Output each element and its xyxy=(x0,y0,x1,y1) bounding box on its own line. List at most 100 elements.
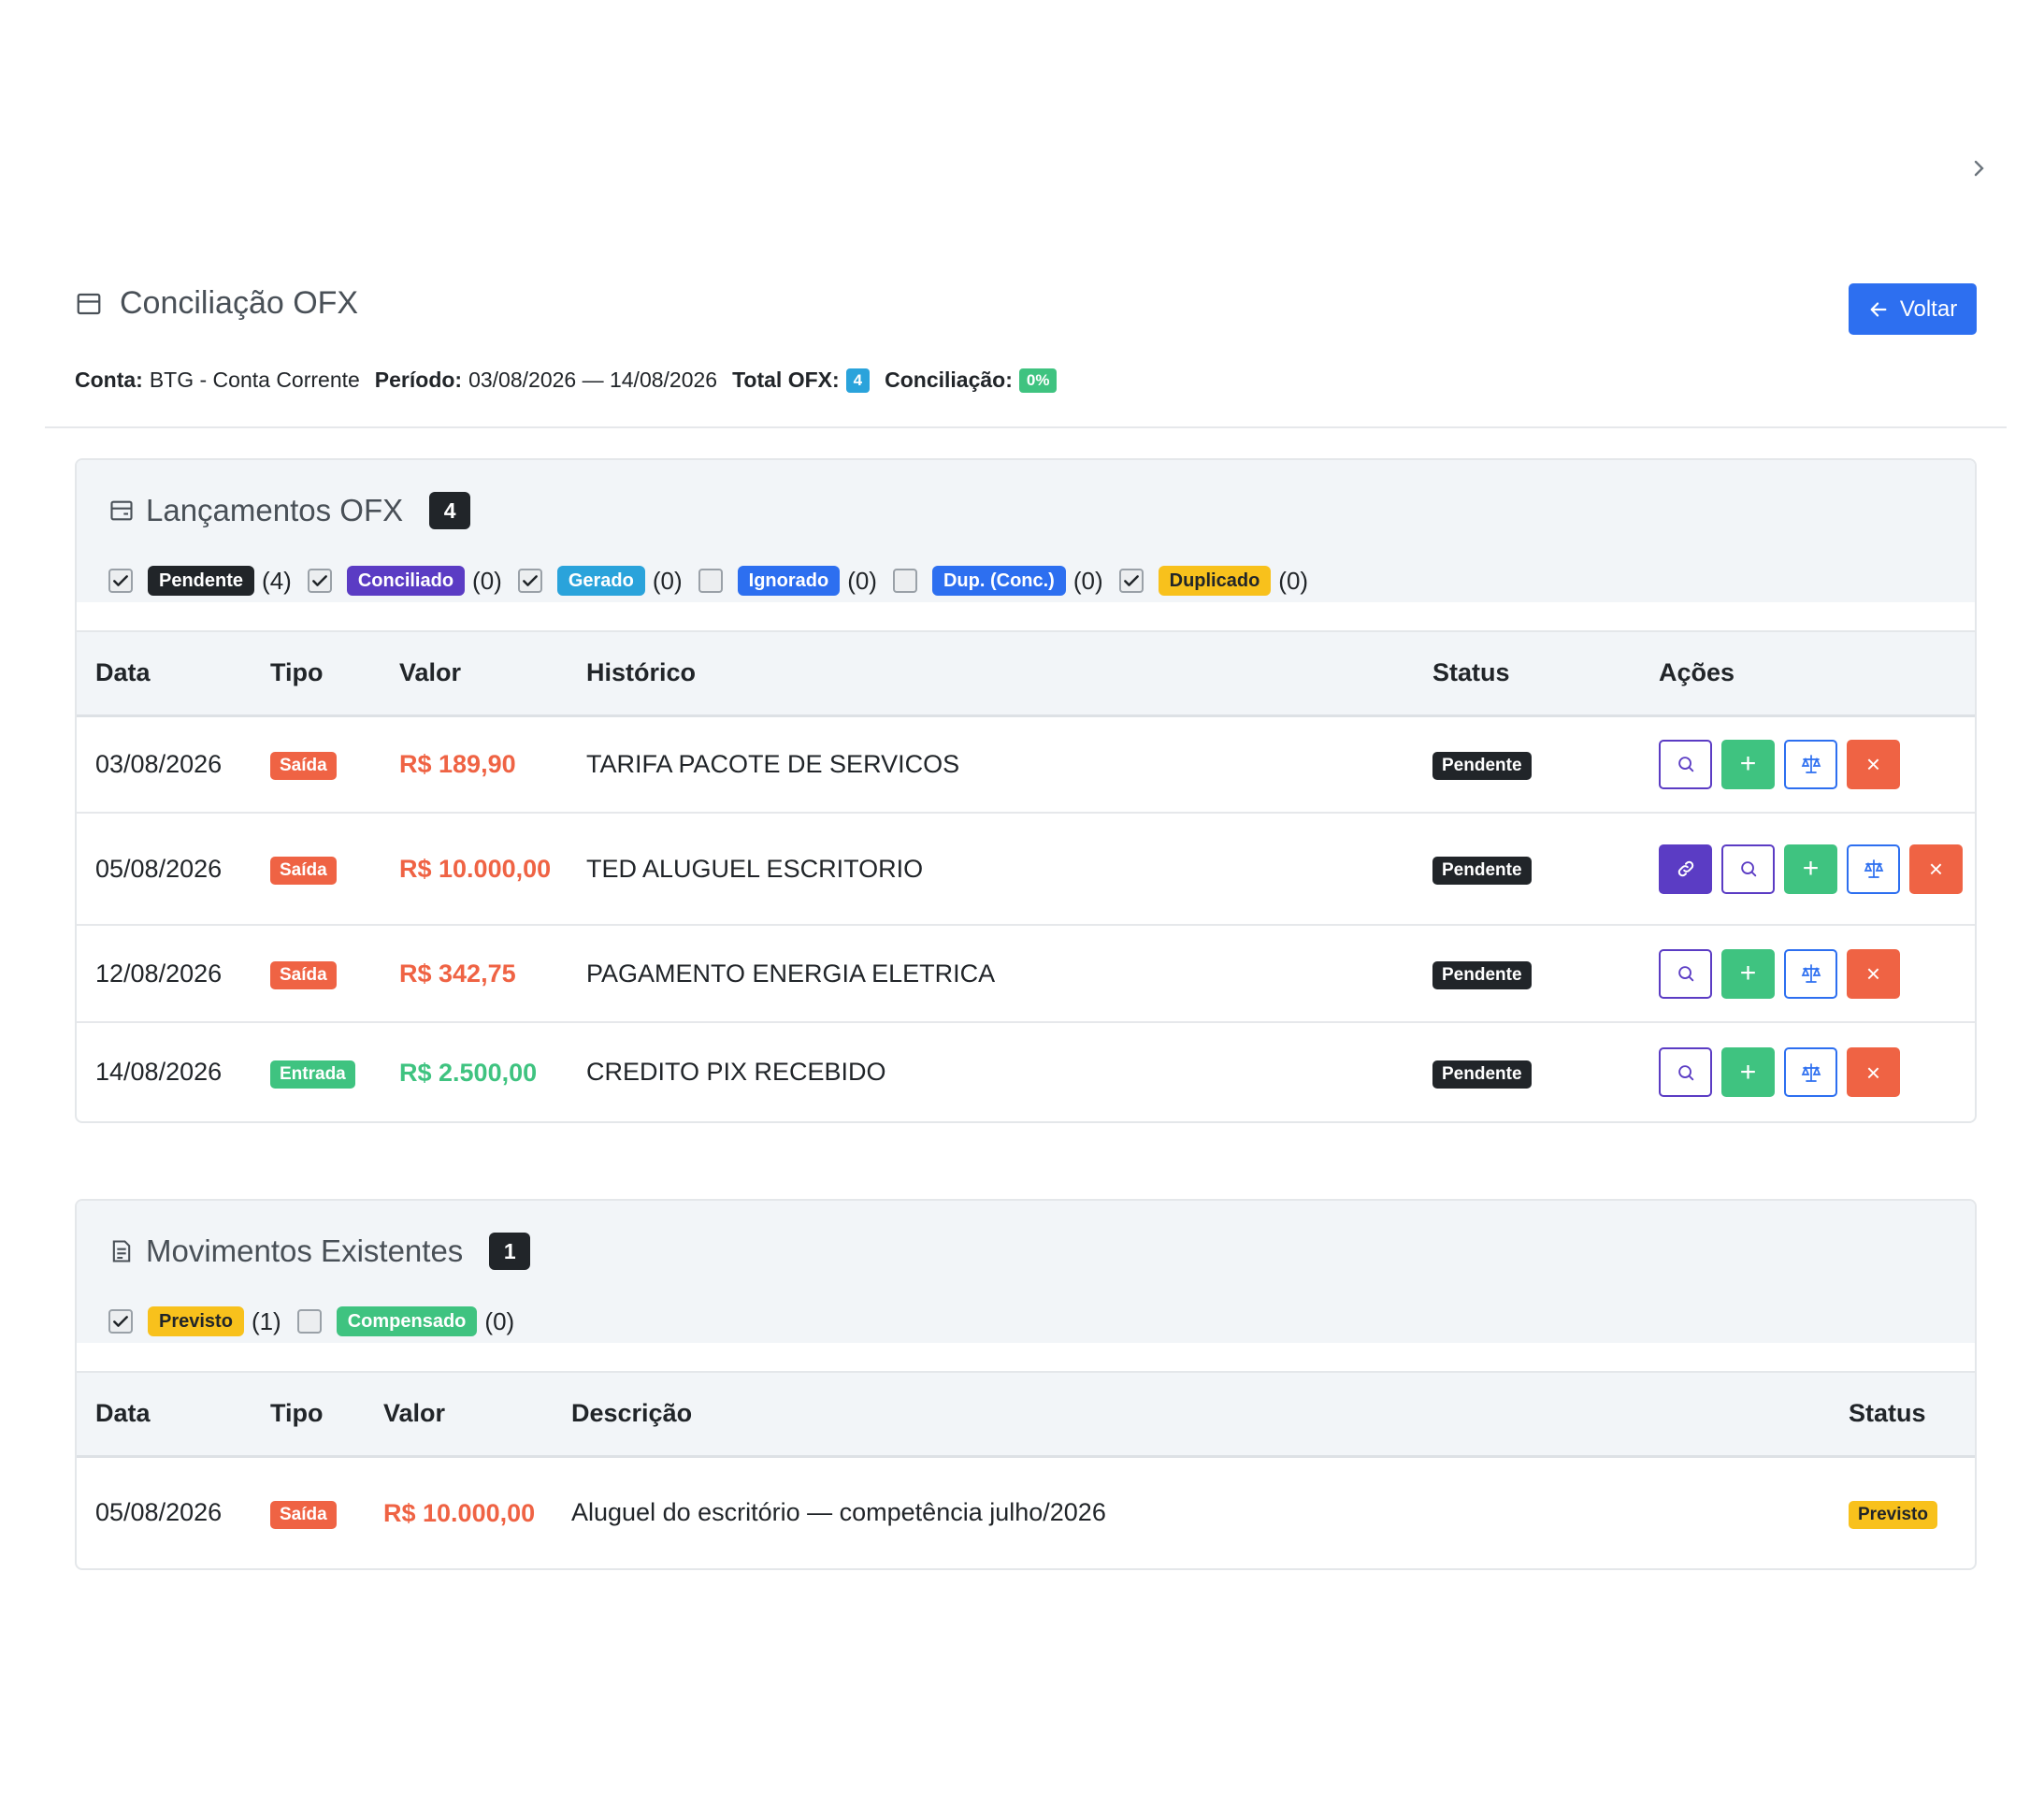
conciliacao-badge: 0% xyxy=(1018,368,1058,393)
checkbox[interactable] xyxy=(307,569,332,593)
ofx-table: Data Tipo Valor Histórico Status Ações 03/08/… xyxy=(77,630,1975,1121)
add-button[interactable]: + xyxy=(1721,739,1775,789)
historico-cell: CREDITO PIX RECEBIDO xyxy=(568,1021,1414,1121)
valor-cell: R$ 189,90 xyxy=(381,715,568,813)
actions-cell: + × xyxy=(1640,924,1975,1022)
row-actions: + × xyxy=(1659,844,1975,894)
tipo-cell: Entrada xyxy=(252,1021,381,1121)
conta-value: BTG - Conta Corrente xyxy=(149,368,360,392)
table-row: 05/08/2026 Saída R$ 10.000,00 Aluguel do es… xyxy=(77,1456,1975,1568)
historico-cell: TED ALUGUEL ESCRITORIO xyxy=(568,812,1414,925)
balance-scale-button[interactable] xyxy=(1847,844,1900,894)
column-header: Tipo xyxy=(270,1399,324,1428)
periodo-value: 03/08/2026 — 14/08/2026 xyxy=(468,368,718,392)
ofx-filter-0[interactable]: Pendente (4) xyxy=(108,566,292,596)
data-cell: 05/08/2026 xyxy=(95,1498,223,1527)
table-row: 03/08/2026 Saída R$ 189,90 TARIFA PACOTE DE… xyxy=(77,715,1975,813)
search-button[interactable] xyxy=(1721,844,1775,894)
balance-scale-button[interactable] xyxy=(1784,1047,1837,1097)
ofx-filter-1[interactable]: Conciliado (0) xyxy=(307,566,502,596)
checkbox[interactable] xyxy=(108,569,133,593)
status-pill: Dup. (Conc.) xyxy=(931,566,1066,596)
tipo-badge: Saída xyxy=(270,1500,337,1529)
periodo-label: Período: xyxy=(374,368,463,392)
ignore-button[interactable]: × xyxy=(1847,948,1900,999)
mov-filter-0[interactable]: Previsto (1) xyxy=(108,1306,281,1336)
data-cell: 12/08/2026 xyxy=(77,924,252,1022)
add-button[interactable]: + xyxy=(1721,1047,1775,1097)
ofx-filter-2[interactable]: Gerado (0) xyxy=(517,566,683,596)
historico-cell: TARIFA PACOTE DE SERVICOS xyxy=(586,749,960,778)
add-button[interactable]: + xyxy=(1721,948,1775,999)
status-badge: Pendente xyxy=(1432,857,1532,885)
column-header: Data xyxy=(95,658,151,687)
column-header: Histórico xyxy=(586,658,697,687)
actions-cell: + × xyxy=(1640,715,1975,813)
back-button-label: Voltar xyxy=(1899,296,1958,322)
valor-cell: R$ 342,75 xyxy=(381,924,568,1022)
inbox-icon xyxy=(110,500,133,521)
total-badge: 4 xyxy=(845,368,871,393)
tipo-cell: Saída xyxy=(252,924,381,1022)
column-header: Descrição xyxy=(571,1399,693,1428)
mov-filter-1[interactable]: Compensado (0) xyxy=(296,1306,514,1336)
tipo-badge: Entrada xyxy=(270,1060,355,1089)
link-icon xyxy=(1677,860,1693,877)
row-actions: + × xyxy=(1659,948,1975,999)
checkbox[interactable] xyxy=(1118,569,1144,593)
data-cell: 03/08/2026 xyxy=(95,749,223,778)
ofx-filter-5[interactable]: Duplicado (0) xyxy=(1118,566,1308,596)
status-cell: Pendente xyxy=(1414,1021,1640,1121)
back-button[interactable]: Voltar xyxy=(1849,283,1977,335)
data-cell: 05/08/2026 xyxy=(77,812,252,925)
checkbox[interactable] xyxy=(892,569,917,593)
valor-amount: R$ 189,90 xyxy=(399,750,516,779)
tipo-badge: Saída xyxy=(270,961,337,989)
tipo-cell: Saída xyxy=(252,715,381,813)
filter-count: (0) xyxy=(847,566,877,595)
page-header: Conciliação OFX xyxy=(75,285,358,322)
conta-label: Conta: xyxy=(75,368,143,392)
ignore-button[interactable]: × xyxy=(1847,1047,1900,1097)
table-row: 14/08/2026 Entrada R$ 2.500,00 CREDITO PIX … xyxy=(77,1021,1975,1121)
checkbox[interactable] xyxy=(296,1309,322,1334)
status-pill: Previsto xyxy=(148,1306,244,1336)
tipo-cell: Saída xyxy=(252,1456,365,1568)
link-button[interactable] xyxy=(1659,844,1712,894)
tipo-badge: Saída xyxy=(270,857,337,885)
valor-amount: R$ 342,75 xyxy=(399,959,516,988)
ofx-filter-4[interactable]: Dup. (Conc.) (0) xyxy=(892,566,1103,596)
search-button[interactable] xyxy=(1659,1047,1712,1097)
ignore-button[interactable]: × xyxy=(1909,844,1963,894)
actions-cell: + × xyxy=(1640,812,1975,925)
status-pill: Gerado xyxy=(556,566,645,596)
tipo-cell: Saída xyxy=(252,812,381,925)
movimentos-count-badge: 1 xyxy=(489,1233,531,1270)
valor-cell: R$ 10.000,00 xyxy=(381,812,568,925)
status-badge: Previsto xyxy=(1849,1500,1937,1529)
row-actions: + × xyxy=(1659,739,1975,789)
checkbox[interactable] xyxy=(108,1309,133,1334)
column-header: Status xyxy=(1849,1399,1926,1428)
add-button[interactable]: + xyxy=(1784,844,1837,894)
status-badge: Pendente xyxy=(1432,752,1532,781)
divider xyxy=(45,426,2007,428)
ofx-count-badge: 4 xyxy=(429,492,471,529)
status-cell: Previsto xyxy=(1830,1456,1975,1568)
tipo-badge: Saída xyxy=(270,752,337,781)
ofx-filter-3[interactable]: Ignorado (0) xyxy=(698,566,877,596)
conciliacao-label: Conciliação: xyxy=(885,368,1013,392)
chevron-right-icon[interactable] xyxy=(1967,157,1990,180)
balance-scale-button[interactable] xyxy=(1784,739,1837,789)
status-pill: Ignorado xyxy=(737,566,841,596)
status-cell: Pendente xyxy=(1414,924,1640,1022)
checkbox[interactable] xyxy=(517,569,542,593)
status-cell: Pendente xyxy=(1414,715,1640,813)
search-button[interactable] xyxy=(1659,948,1712,999)
column-header: Tipo xyxy=(270,658,324,687)
search-button[interactable] xyxy=(1659,739,1712,789)
checkbox[interactable] xyxy=(698,569,723,593)
balance-scale-button[interactable] xyxy=(1784,948,1837,999)
ignore-button[interactable]: × xyxy=(1847,739,1900,789)
status-pill: Compensado xyxy=(336,1306,478,1336)
